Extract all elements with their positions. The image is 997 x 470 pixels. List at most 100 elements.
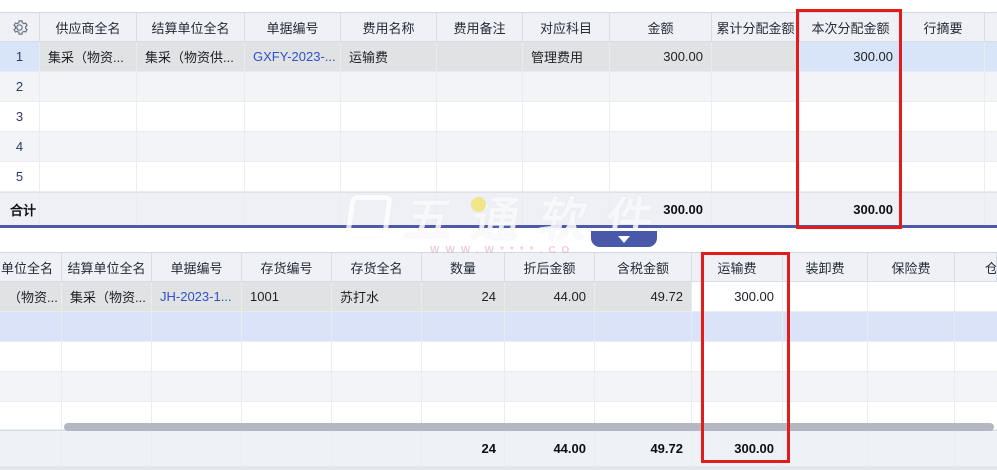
cell-doc-no[interactable] xyxy=(245,102,341,131)
cell-amount[interactable] xyxy=(610,102,712,131)
cell-settlement[interactable]: 集采（物资... xyxy=(62,282,152,311)
cell-row-summary[interactable] xyxy=(902,72,985,101)
col-header-account[interactable]: 对应科目 xyxy=(523,13,610,41)
cell[interactable] xyxy=(332,312,422,341)
cell-loading-fee[interactable] xyxy=(783,282,868,311)
cell[interactable] xyxy=(242,342,332,371)
doc-no-link[interactable]: GXFY-2023-... xyxy=(253,49,336,64)
cell-supplier-unit[interactable]: （物资... xyxy=(0,282,62,311)
cell-amount[interactable]: 300.00 xyxy=(610,42,712,71)
cell[interactable] xyxy=(595,312,692,341)
col-header-settlement[interactable]: 结算单位全名 xyxy=(62,253,152,281)
cell-account[interactable] xyxy=(523,72,610,101)
cell-fee-note[interactable] xyxy=(437,162,523,191)
cell[interactable] xyxy=(595,342,692,371)
cell[interactable] xyxy=(242,312,332,341)
cell[interactable] xyxy=(783,372,868,401)
cell-doc-no[interactable] xyxy=(245,72,341,101)
col-header-qty[interactable]: 数量 xyxy=(422,253,505,281)
cell[interactable] xyxy=(332,372,422,401)
row-number[interactable]: 3 xyxy=(0,102,40,131)
cell-allocated-total[interactable] xyxy=(712,72,800,101)
cell-fee-name[interactable]: 运输费 xyxy=(341,42,437,71)
cell-settlement[interactable] xyxy=(137,162,245,191)
cell[interactable] xyxy=(783,312,868,341)
col-header-inv-code[interactable]: 存货编号 xyxy=(242,253,332,281)
cell-supplier[interactable]: 集采（物资... xyxy=(40,42,137,71)
cell[interactable] xyxy=(868,312,955,341)
cell-doc-no[interactable] xyxy=(245,162,341,191)
cell-fee-name[interactable] xyxy=(341,72,437,101)
cell[interactable] xyxy=(692,342,783,371)
col-header-fee-note[interactable]: 费用备注 xyxy=(437,13,523,41)
cell-amount[interactable] xyxy=(610,162,712,191)
cell-allocated-total[interactable] xyxy=(712,162,800,191)
grid-settings-button[interactable] xyxy=(0,13,40,41)
cell-fee-note[interactable] xyxy=(437,132,523,161)
col-header-supplier[interactable]: 供应商全名 xyxy=(40,13,137,41)
cell[interactable] xyxy=(0,402,62,429)
cell-supplier[interactable] xyxy=(40,162,137,191)
cell[interactable] xyxy=(692,312,783,341)
col-header-doc-no[interactable]: 单据编号 xyxy=(245,13,341,41)
cell-fee-note[interactable] xyxy=(437,42,523,71)
cell-supplier[interactable] xyxy=(40,132,137,161)
cell-allocated-total[interactable] xyxy=(712,42,800,71)
cell-fee-name[interactable] xyxy=(341,132,437,161)
cell[interactable] xyxy=(783,342,868,371)
cell-allocated-total[interactable] xyxy=(712,102,800,131)
cell-supplier[interactable] xyxy=(40,102,137,131)
row-number[interactable]: 4 xyxy=(0,132,40,161)
cell-doc-no[interactable] xyxy=(245,132,341,161)
col-header-allocated-total[interactable]: 累计分配金额 xyxy=(712,13,800,41)
col-header-settlement[interactable]: 结算单位全名 xyxy=(137,13,245,41)
cell[interactable] xyxy=(422,342,505,371)
cell-tax-included[interactable]: 49.72 xyxy=(595,282,692,311)
cell[interactable] xyxy=(505,312,595,341)
cell-fee-name[interactable] xyxy=(341,102,437,131)
cell-amount[interactable] xyxy=(610,132,712,161)
cell-supplier[interactable] xyxy=(40,72,137,101)
cell-allocated-now[interactable] xyxy=(800,162,902,191)
row-number[interactable]: 5 xyxy=(0,162,40,191)
cell[interactable] xyxy=(152,372,242,401)
cell[interactable] xyxy=(595,372,692,401)
cell[interactable] xyxy=(505,342,595,371)
cell[interactable] xyxy=(62,342,152,371)
cell[interactable] xyxy=(422,372,505,401)
collapse-panel-button[interactable] xyxy=(591,231,657,247)
cell[interactable] xyxy=(0,372,62,401)
cell-allocated-now[interactable] xyxy=(800,72,902,101)
cell-inv-code[interactable]: 1001 xyxy=(242,282,332,311)
col-header-loading-fee[interactable]: 装卸费 xyxy=(783,253,868,281)
cell[interactable] xyxy=(692,372,783,401)
cell-doc-no-link[interactable]: GXFY-2023-... xyxy=(245,42,341,71)
cell-allocated-now[interactable]: 300.00 xyxy=(800,42,902,71)
cell[interactable] xyxy=(868,372,955,401)
cell[interactable] xyxy=(422,312,505,341)
cell-allocated-now[interactable] xyxy=(800,102,902,131)
cell-account[interactable] xyxy=(523,162,610,191)
cell-qty[interactable]: 24 xyxy=(422,282,505,311)
cell-insurance-fee[interactable] xyxy=(868,282,955,311)
cell[interactable] xyxy=(868,342,955,371)
col-header-doc-no[interactable]: 单据编号 xyxy=(152,253,242,281)
cell-row-summary[interactable] xyxy=(902,132,985,161)
row-number[interactable]: 2 xyxy=(0,72,40,101)
cell[interactable] xyxy=(332,342,422,371)
cell-fee-note[interactable] xyxy=(437,102,523,131)
cell-settlement[interactable] xyxy=(137,102,245,131)
col-header-fee-name[interactable]: 费用名称 xyxy=(341,13,437,41)
cell-settlement[interactable] xyxy=(137,132,245,161)
cell-account[interactable]: 管理费用 xyxy=(523,42,610,71)
cell[interactable] xyxy=(505,372,595,401)
cell-account[interactable] xyxy=(523,102,610,131)
col-header-transport-fee[interactable]: 运输费 xyxy=(692,253,783,281)
col-header-insurance-fee[interactable]: 保险费 xyxy=(868,253,955,281)
cell[interactable] xyxy=(62,372,152,401)
cell-settlement[interactable] xyxy=(137,72,245,101)
cell-row-summary[interactable] xyxy=(902,162,985,191)
col-header-tax-included[interactable]: 含税金额 xyxy=(595,253,692,281)
cell-amount[interactable] xyxy=(610,72,712,101)
cell-fee-name[interactable] xyxy=(341,162,437,191)
